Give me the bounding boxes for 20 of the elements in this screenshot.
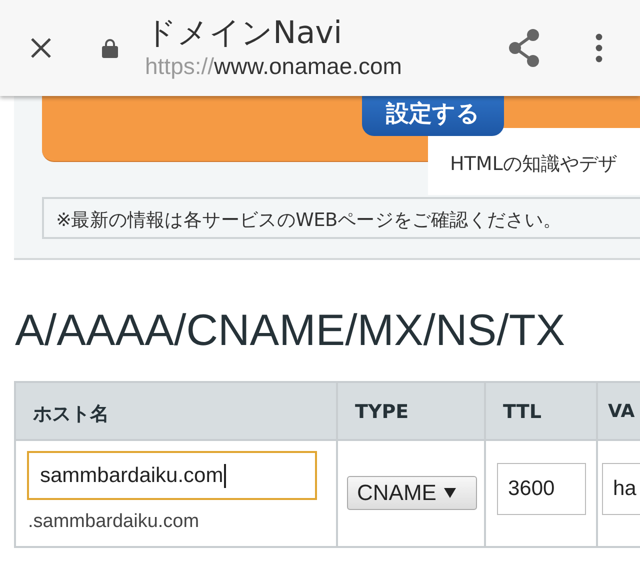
menu-icon[interactable] bbox=[595, 33, 603, 63]
notice-text: ※最新の情報は各サービスのWEBページをご確認ください。 bbox=[56, 210, 562, 231]
section-heading: A/AAAA/CNAME/MX/NS/TX bbox=[15, 305, 566, 357]
url-text[interactable]: https://www.onamae.com bbox=[145, 51, 402, 81]
domain-suffix: .sammbardaiku.com bbox=[28, 511, 200, 533]
host-input-field[interactable]: sammbardaiku.com bbox=[27, 451, 317, 500]
column-header: VA bbox=[598, 383, 640, 441]
type-select[interactable]: CNAME bbox=[347, 476, 477, 510]
column-header: ホスト名 bbox=[16, 383, 338, 441]
column-header: TTL bbox=[486, 383, 598, 441]
description-text: HTMLの知識やデザ bbox=[450, 153, 617, 175]
value-input-field[interactable]: ha bbox=[602, 463, 640, 515]
dropdown-icon bbox=[444, 488, 456, 498]
share-icon[interactable] bbox=[507, 28, 541, 68]
close-icon[interactable] bbox=[29, 36, 53, 60]
column-header: TYPE bbox=[338, 383, 486, 441]
setup-button[interactable]: 設定する bbox=[362, 96, 504, 136]
lock-icon bbox=[101, 37, 119, 59]
page-title: ドメインNavi bbox=[145, 15, 344, 51]
ttl-input-field[interactable]: 3600 bbox=[497, 463, 586, 515]
